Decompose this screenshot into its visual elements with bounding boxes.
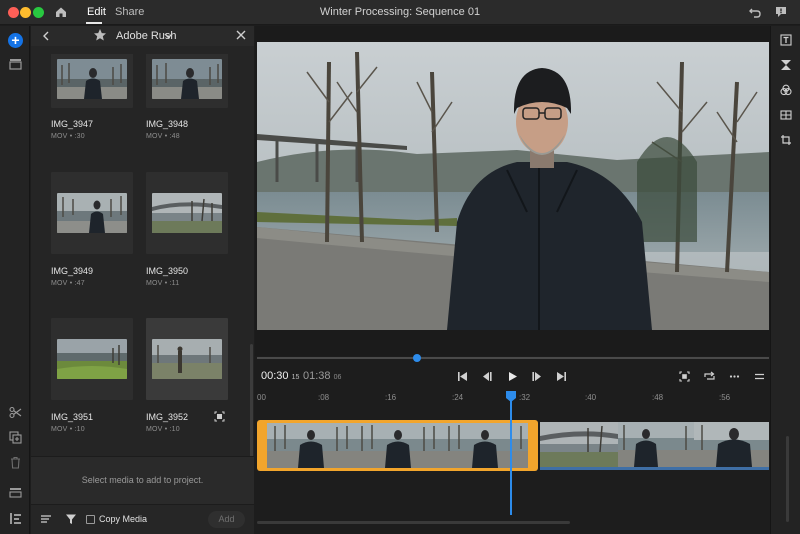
- titles-icon[interactable]: [780, 34, 792, 46]
- video-thumbnail-image: [152, 59, 222, 99]
- undo-icon[interactable]: [748, 5, 762, 19]
- media-thumbnail[interactable]: [146, 54, 228, 108]
- play-icon[interactable]: [507, 371, 518, 382]
- scissors-icon[interactable]: [9, 406, 22, 419]
- add-button[interactable]: Add: [208, 511, 245, 528]
- left-toolbar: +: [0, 26, 30, 534]
- active-tab-indicator: [86, 22, 102, 24]
- close-window-button[interactable]: [8, 7, 19, 18]
- right-toolbar: [770, 26, 800, 534]
- program-monitor: [255, 26, 770, 356]
- tab-share[interactable]: Share: [115, 6, 144, 18]
- ruler-label: :40: [585, 393, 597, 402]
- timeline-clip[interactable]: [540, 420, 769, 471]
- media-meta: MOV • :48: [146, 133, 180, 140]
- tab-edit[interactable]: Edit: [87, 6, 106, 18]
- ruler-label: :08: [318, 393, 330, 402]
- ruler-label: :48: [652, 393, 664, 402]
- media-meta: MOV • :10: [146, 426, 180, 433]
- ruler-label: :16: [385, 393, 397, 402]
- minimize-window-button[interactable]: [20, 7, 31, 18]
- close-icon[interactable]: [235, 29, 247, 41]
- preview-scrub-handle[interactable]: [413, 354, 421, 362]
- media-toolbar: Copy Media Add: [31, 504, 254, 534]
- media-meta: MOV • :47: [51, 280, 85, 287]
- media-name: IMG_3952: [146, 412, 189, 422]
- transport-controls: 00:30 15 01:38 06: [255, 366, 770, 388]
- speed-icon[interactable]: [780, 109, 792, 121]
- timeline-horizontal-scrollbar[interactable]: [257, 521, 570, 524]
- video-thumbnail-image: [152, 339, 222, 379]
- back-chevron-icon[interactable]: [40, 29, 52, 43]
- star-icon[interactable]: [93, 28, 107, 42]
- media-selection-hint: Select media to add to project.: [31, 456, 254, 504]
- duration-timecode: 01:38 06: [303, 370, 342, 382]
- video-thumbnail-image: [57, 193, 127, 233]
- fit-frame-icon[interactable]: [214, 411, 225, 422]
- playhead-line[interactable]: [510, 400, 512, 515]
- timeline-clip-selected[interactable]: [257, 420, 538, 471]
- filter-icon[interactable]: [65, 513, 77, 525]
- ruler-label: :56: [719, 393, 731, 402]
- media-thumbnail[interactable]: [51, 54, 133, 108]
- current-timecode: 00:30 15: [261, 370, 300, 382]
- more-options-icon[interactable]: [729, 371, 740, 382]
- right-panel-scrollbar[interactable]: [786, 436, 789, 522]
- clip-filmstrip: [267, 423, 528, 468]
- media-name: IMG_3947: [51, 119, 94, 129]
- ruler-label: :24: [452, 393, 464, 402]
- clip-audio-bar: [540, 467, 769, 470]
- media-browser-panel: Adobe Rush IMG_3947 MOV • :30 IMG_3948 M…: [31, 26, 254, 534]
- media-name: IMG_3951: [51, 412, 94, 422]
- copy-media-checkbox[interactable]: [86, 515, 95, 524]
- video-thumbnail-image: [152, 193, 222, 233]
- sort-list-icon[interactable]: [40, 513, 52, 525]
- fit-to-view-icon[interactable]: [679, 371, 690, 382]
- video-thumbnail-image: [57, 59, 127, 99]
- zoom-window-button[interactable]: [33, 7, 44, 18]
- chevron-down-icon[interactable]: [164, 32, 173, 40]
- media-meta: MOV • :10: [51, 426, 85, 433]
- media-meta: MOV • :30: [51, 133, 85, 140]
- media-thumbnail[interactable]: [51, 318, 133, 400]
- media-name: IMG_3949: [51, 266, 94, 276]
- feedback-icon[interactable]: [774, 5, 788, 19]
- video-track: [257, 420, 769, 471]
- media-thumbnail[interactable]: [146, 172, 228, 254]
- duplicate-icon[interactable]: [9, 431, 22, 444]
- media-thumbnail[interactable]: [51, 172, 133, 254]
- loop-icon[interactable]: [704, 371, 715, 382]
- step-back-icon[interactable]: [482, 371, 493, 382]
- title-bar: Edit Share Winter Processing: Sequence 0…: [0, 0, 800, 25]
- transitions-icon[interactable]: [780, 59, 792, 71]
- preview-scrub-bar[interactable]: [257, 357, 769, 359]
- go-to-end-icon[interactable]: [556, 371, 567, 382]
- crop-transform-icon[interactable]: [780, 134, 792, 146]
- video-preview-frame[interactable]: [257, 42, 769, 330]
- tracks-panel-icon[interactable]: [9, 486, 22, 499]
- media-meta: MOV • :11: [146, 280, 180, 287]
- add-media-plus-button[interactable]: +: [8, 33, 23, 48]
- project-panel-icon[interactable]: [9, 57, 22, 70]
- media-scrollbar[interactable]: [250, 344, 253, 456]
- media-browser-header: Adobe Rush: [31, 26, 254, 46]
- home-icon[interactable]: [54, 5, 68, 19]
- media-name: IMG_3950: [146, 266, 189, 276]
- video-thumbnail-image: [57, 339, 127, 379]
- ruler-label: 00: [257, 393, 266, 402]
- go-to-start-icon[interactable]: [457, 371, 468, 382]
- media-thumbnail[interactable]: [146, 318, 228, 400]
- media-name: IMG_3948: [146, 119, 189, 129]
- media-grid: IMG_3947 MOV • :30 IMG_3948 MOV • :48 IM…: [31, 54, 254, 456]
- trash-icon[interactable]: [9, 456, 22, 469]
- color-icon[interactable]: [780, 84, 792, 96]
- clip-filmstrip: [540, 422, 769, 467]
- select-media-message: Select media to add to project.: [81, 475, 204, 485]
- timeline-menu-icon[interactable]: [754, 371, 765, 382]
- ruler-label: :32: [519, 393, 531, 402]
- copy-media-label[interactable]: Copy Media: [99, 514, 147, 524]
- step-forward-icon[interactable]: [531, 371, 542, 382]
- track-controls-icon[interactable]: [9, 512, 22, 525]
